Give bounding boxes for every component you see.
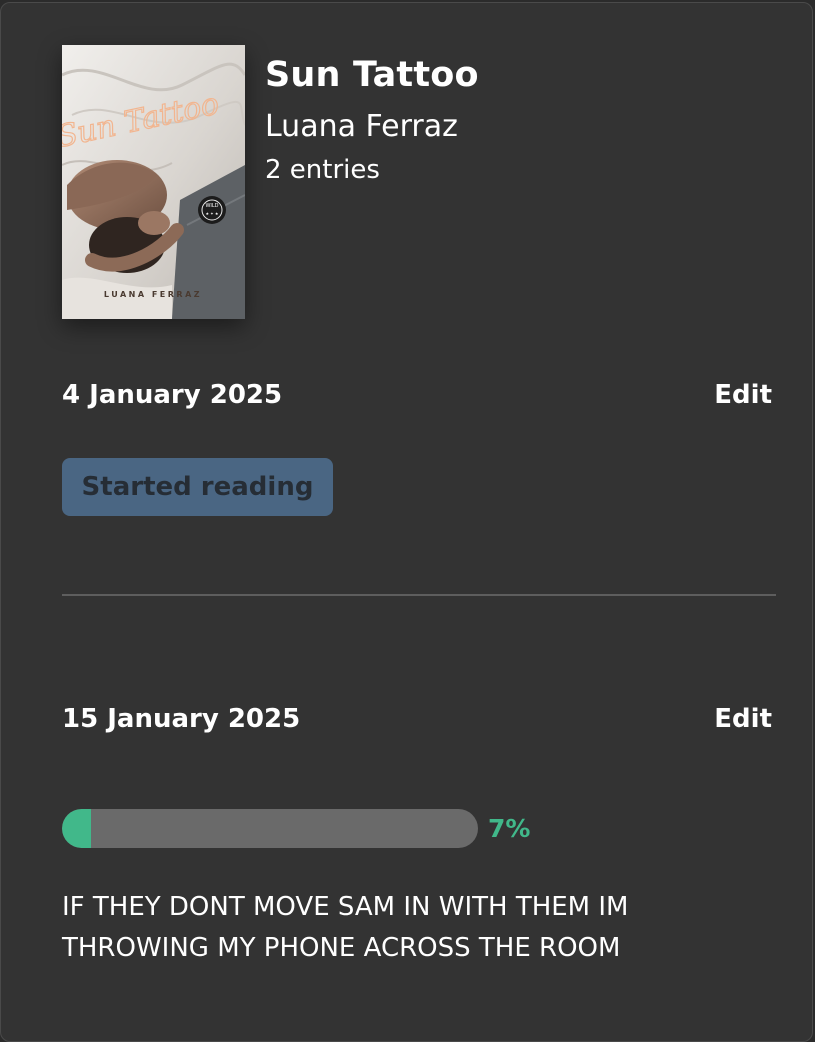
cover-seal-text: WILD [205, 203, 218, 209]
status-badge: Started reading [62, 458, 333, 516]
progress-bar [62, 809, 478, 848]
entry-divider [62, 594, 776, 596]
entry-date: 15 January 2025 [62, 704, 301, 734]
entries-count: 2 entries [265, 155, 380, 185]
status-badge-label: Started reading [81, 472, 314, 502]
cover-author-caption: LUANA FERRAZ [104, 290, 202, 299]
book-author[interactable]: Luana Ferraz [265, 107, 458, 147]
progress-bar-fill [62, 809, 92, 848]
book-title: Sun Tattoo [265, 55, 479, 95]
book-cover-art: WILD ★ ✦ ★ Sun Tattoo LUANA FERRAZ [62, 45, 245, 319]
svg-text:★ ✦ ★: ★ ✦ ★ [205, 211, 218, 216]
entry-date: 4 January 2025 [62, 380, 283, 410]
book-cover[interactable]: WILD ★ ✦ ★ Sun Tattoo LUANA FERRAZ [62, 45, 245, 319]
book-journal-card: WILD ★ ✦ ★ Sun Tattoo LUANA FERRAZ Sun T… [0, 2, 813, 1042]
edit-entry-button[interactable]: Edit [714, 377, 772, 413]
edit-entry-button[interactable]: Edit [714, 701, 772, 737]
progress-percentage: 7% [488, 814, 531, 843]
entry-note: IF THEY DONT MOVE SAM IN WITH THEM IM TH… [62, 892, 629, 963]
